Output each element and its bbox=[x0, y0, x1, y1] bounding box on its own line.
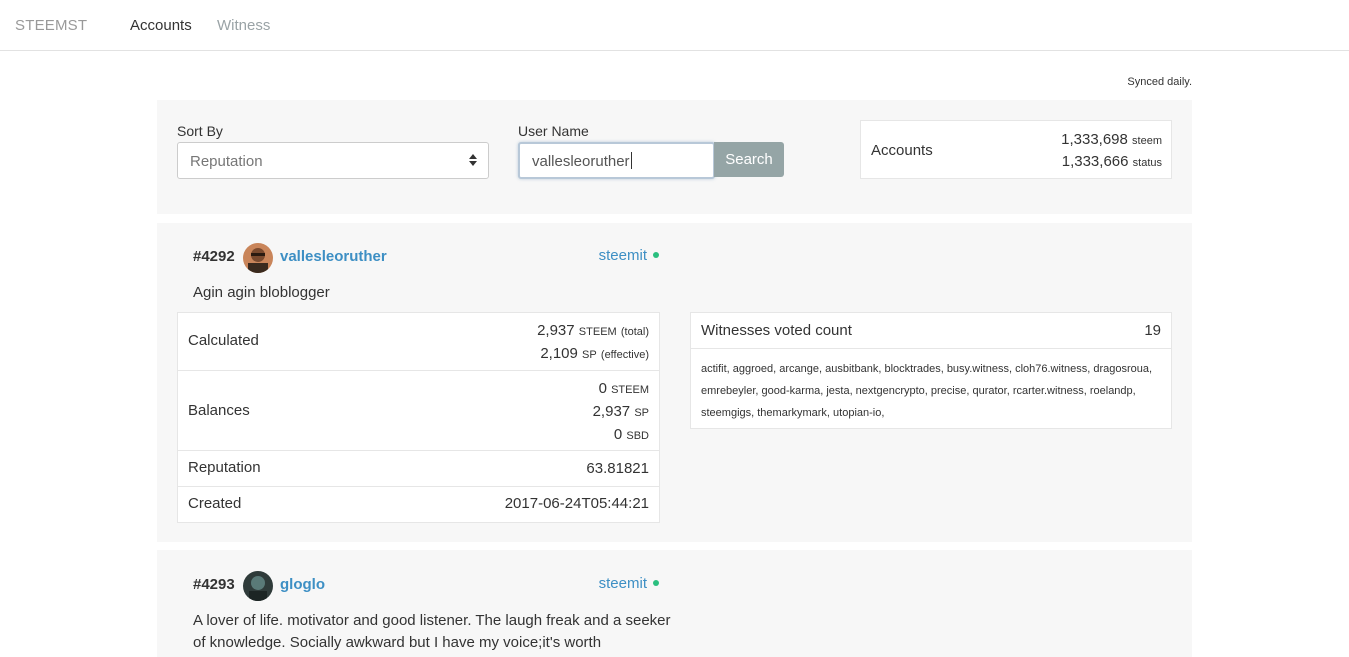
source-link[interactable]: steemit bbox=[599, 575, 659, 592]
search-button[interactable]: Search bbox=[714, 142, 784, 177]
nav-witness-link[interactable]: Witness bbox=[217, 17, 270, 34]
user-name-input[interactable]: vallesleoruther bbox=[518, 142, 715, 179]
text-caret bbox=[630, 152, 632, 169]
sort-by-label: Sort By bbox=[177, 123, 223, 139]
sync-note: Synced daily. bbox=[1127, 76, 1192, 88]
search-panel: Sort By Reputation User Name vallesleoru… bbox=[157, 100, 1192, 214]
witness-votes-title: Witnesses voted count bbox=[701, 322, 852, 339]
account-stats-table: Calculated 2,937 STEEM (total) 2,109 SP … bbox=[177, 312, 660, 523]
sort-by-select[interactable]: Reputation bbox=[177, 142, 489, 179]
witness-votes-box: Witnesses voted count 19 actifit, aggroe… bbox=[690, 312, 1172, 429]
stat-row-calculated: Calculated 2,937 STEEM (total) 2,109 SP … bbox=[178, 313, 659, 371]
account-count-box: Accounts 1,333,698 steem 1,333,666 statu… bbox=[860, 120, 1172, 179]
witness-votes-count: 19 bbox=[1144, 322, 1161, 339]
stat-row-balances: Balances 0 STEEM 2,937 SP 0 SBD bbox=[178, 371, 659, 451]
stat-row-reputation: Reputation 63.81821 bbox=[178, 451, 659, 487]
witness-list: actifit, aggroed, arcange, ausbitbank, b… bbox=[701, 363, 1153, 419]
account-rank: #4293 bbox=[193, 576, 235, 593]
nav-accounts-link[interactable]: Accounts bbox=[130, 17, 192, 34]
account-username-link[interactable]: gloglo bbox=[280, 576, 325, 593]
sort-by-value: Reputation bbox=[190, 153, 263, 170]
steem-count: 1,333,698 steem bbox=[1061, 131, 1162, 148]
source-link[interactable]: steemit bbox=[599, 247, 659, 264]
account-card: #4292 vallesleoruther steemit Agin agin … bbox=[157, 223, 1192, 542]
stat-row-created: Created 2017-06-24T05:44:21 bbox=[188, 495, 649, 512]
account-about: Agin agin bloblogger bbox=[193, 284, 330, 301]
account-username-link[interactable]: vallesleoruther bbox=[280, 248, 387, 265]
avatar[interactable] bbox=[243, 571, 273, 601]
brand-logo[interactable]: STEEMST bbox=[15, 17, 87, 34]
accounts-label: Accounts bbox=[871, 142, 933, 159]
account-about: A lover of life. motivator and good list… bbox=[193, 612, 671, 651]
status-dot-icon bbox=[653, 580, 659, 586]
user-name-label: User Name bbox=[518, 123, 589, 139]
account-rank: #4292 bbox=[193, 248, 235, 265]
top-navbar: STEEMST Accounts Witness bbox=[0, 0, 1349, 51]
user-name-input-value: vallesleoruther bbox=[532, 153, 630, 170]
status-count: 1,333,666 status bbox=[1061, 153, 1162, 170]
status-dot-icon bbox=[653, 252, 659, 258]
account-card: #4293 gloglo steemit A lover of life. mo… bbox=[157, 550, 1192, 657]
avatar[interactable] bbox=[243, 243, 273, 273]
select-arrows-icon bbox=[469, 152, 477, 169]
